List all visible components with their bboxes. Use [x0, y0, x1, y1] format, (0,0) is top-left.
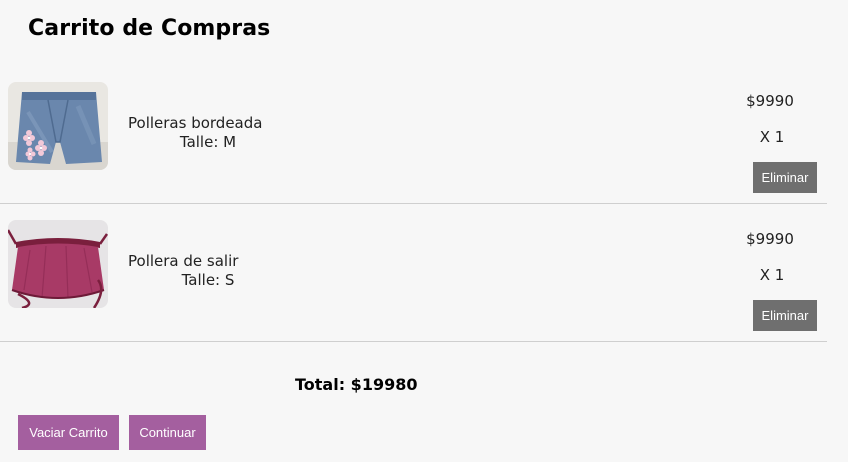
- product-quantity: X 1: [759, 266, 785, 284]
- cart-total: Total: $19980: [295, 375, 418, 394]
- product-price: $9990: [746, 92, 794, 110]
- product-size: Talle: S: [181, 271, 235, 289]
- product-quantity: X 1: [759, 128, 785, 146]
- product-price: $9990: [746, 230, 794, 248]
- remove-item-button[interactable]: Eliminar: [753, 300, 817, 331]
- clear-cart-button[interactable]: Vaciar Carrito: [18, 415, 119, 450]
- cart-page: Carrito de Compras Polleras bordeada Tal…: [0, 0, 848, 462]
- product-info: Polleras bordeada Talle: M: [128, 114, 288, 152]
- cart-item: Polleras bordeada Talle: M $9990 X 1 Eli…: [0, 65, 827, 204]
- product-name: Pollera de salir: [128, 252, 239, 270]
- cart-actions: Vaciar Carrito Continuar: [18, 415, 206, 450]
- product-name: Polleras bordeada: [128, 114, 263, 132]
- cart-item: Pollera de salir Talle: S $9990 X 1 Elim…: [0, 203, 827, 342]
- page-title: Carrito de Compras: [28, 16, 271, 41]
- product-info: Pollera de salir Talle: S: [128, 252, 288, 290]
- continue-button[interactable]: Continuar: [129, 415, 206, 450]
- product-size: Talle: M: [179, 133, 237, 151]
- product-image: [8, 82, 108, 170]
- product-image: [8, 220, 108, 308]
- remove-item-button[interactable]: Eliminar: [753, 162, 817, 193]
